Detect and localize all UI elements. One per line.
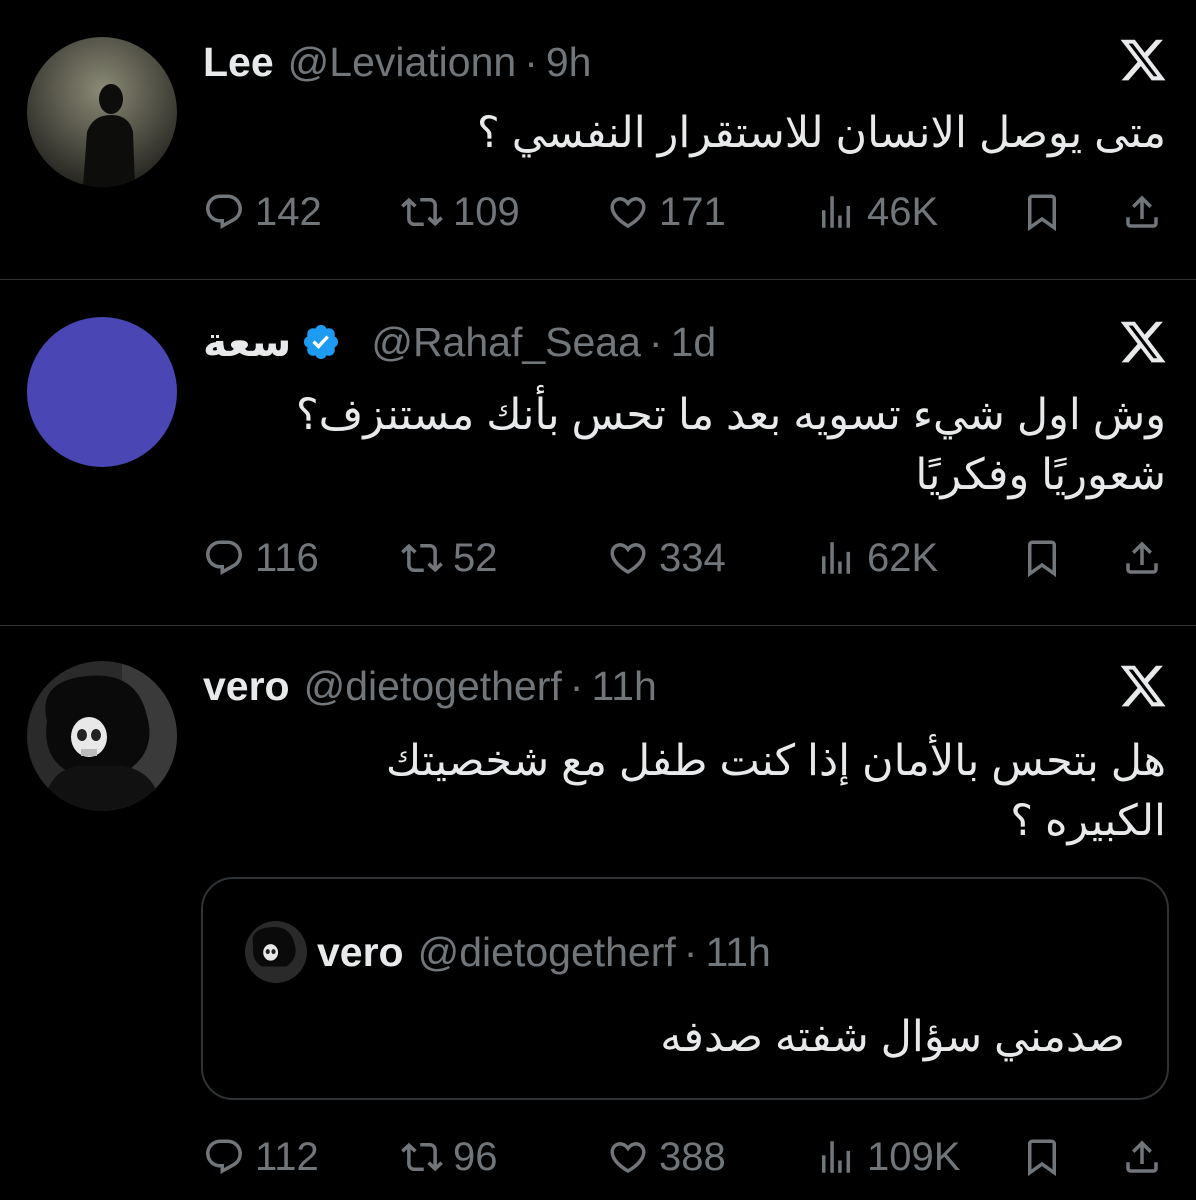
reply-button[interactable]: 112 bbox=[203, 1127, 319, 1187]
reply-count: 142 bbox=[255, 189, 322, 234]
tweet-header: vero @dietogetherf · 11h bbox=[203, 656, 657, 716]
tweet-text-line: متى يوصل الانسان للاستقرار النفسي ؟ bbox=[476, 109, 1166, 157]
quoted-tweet[interactable]: vero @dietogetherf · 11h صدمني سؤال شفته… bbox=[201, 877, 1169, 1100]
user-handle[interactable]: @Rahaf_Seaa bbox=[371, 319, 641, 366]
like-count: 388 bbox=[659, 1134, 726, 1179]
retweet-icon bbox=[401, 191, 443, 233]
quoted-timestamp[interactable]: 11h bbox=[705, 929, 770, 976]
action-bar: 116 52 334 62K bbox=[203, 528, 1168, 588]
views-icon bbox=[815, 537, 857, 579]
views-button[interactable]: 109K bbox=[815, 1127, 960, 1187]
reply-count: 112 bbox=[255, 1134, 319, 1179]
share-button[interactable] bbox=[1121, 182, 1163, 242]
quoted-header: vero @dietogetherf · 11h bbox=[317, 921, 771, 983]
separator-dot: · bbox=[524, 38, 538, 85]
retweet-count: 96 bbox=[453, 1134, 498, 1179]
display-name[interactable]: Lee bbox=[203, 39, 274, 86]
bookmark-button[interactable] bbox=[1021, 1127, 1063, 1187]
avatar[interactable] bbox=[27, 317, 177, 467]
action-bar: 112 96 388 109K bbox=[203, 1127, 1168, 1187]
share-icon bbox=[1121, 191, 1163, 233]
share-icon bbox=[1121, 1136, 1163, 1178]
bookmark-button[interactable] bbox=[1021, 182, 1063, 242]
bookmark-button[interactable] bbox=[1021, 528, 1063, 588]
x-logo-icon bbox=[1118, 317, 1168, 367]
share-button[interactable] bbox=[1121, 528, 1163, 588]
quoted-user-handle[interactable]: @dietogetherf bbox=[418, 929, 676, 976]
reply-button[interactable]: 116 bbox=[203, 528, 319, 588]
like-button[interactable]: 388 bbox=[607, 1127, 726, 1187]
tweet-2[interactable]: سعة @Rahaf_Seaa · 1d وش اول شيء تسويه بع… bbox=[0, 280, 1196, 625]
tweet-text: وش اول شيء تسويه بعد ما تحس بأنك مستنزف؟… bbox=[206, 385, 1166, 505]
views-icon bbox=[815, 191, 857, 233]
timestamp[interactable]: 11h bbox=[591, 663, 656, 710]
separator-dot: · bbox=[683, 928, 698, 975]
quoted-text: صدمني سؤال شفته صدفه bbox=[660, 1013, 1125, 1061]
x-logo-icon bbox=[1118, 35, 1168, 85]
retweet-button[interactable]: 109 bbox=[401, 182, 520, 242]
bookmark-icon bbox=[1021, 1136, 1063, 1178]
like-button[interactable]: 171 bbox=[607, 182, 726, 242]
reply-icon bbox=[203, 1136, 245, 1178]
display-name[interactable]: vero bbox=[203, 663, 290, 710]
views-count: 109K bbox=[867, 1134, 961, 1179]
share-icon bbox=[1121, 537, 1163, 579]
reply-count: 116 bbox=[255, 535, 319, 580]
timestamp[interactable]: 1d bbox=[671, 319, 717, 366]
action-bar: 142 109 171 46K bbox=[203, 182, 1168, 242]
views-icon bbox=[815, 1136, 857, 1178]
like-icon bbox=[607, 1136, 649, 1178]
tweet-header: سعة @Rahaf_Seaa · 1d bbox=[203, 312, 716, 372]
bookmark-icon bbox=[1021, 537, 1063, 579]
retweet-icon bbox=[401, 537, 443, 579]
retweet-button[interactable]: 52 bbox=[401, 528, 498, 588]
user-handle[interactable]: @Leviationn bbox=[288, 39, 517, 86]
tweet-text-line: هل بتحس بالأمان إذا كنت طفل مع شخصيتك bbox=[385, 737, 1166, 785]
display-name[interactable]: سعة bbox=[203, 318, 291, 366]
verified-badge-icon bbox=[304, 324, 339, 360]
avatar[interactable] bbox=[27, 37, 177, 187]
like-button[interactable]: 334 bbox=[607, 528, 726, 588]
tweet-text: هل بتحس بالأمان إذا كنت طفل مع شخصيتك ال… bbox=[206, 731, 1166, 851]
retweet-button[interactable]: 96 bbox=[401, 1127, 498, 1187]
reply-icon bbox=[203, 191, 245, 233]
views-count: 46K bbox=[867, 189, 939, 234]
timestamp[interactable]: 9h bbox=[546, 39, 592, 86]
like-icon bbox=[607, 191, 649, 233]
reply-icon bbox=[203, 537, 245, 579]
tweet-1[interactable]: Lee @Leviationn · 9h متى يوصل الانسان لل… bbox=[0, 0, 1196, 279]
bookmark-icon bbox=[1021, 191, 1063, 233]
separator-dot: · bbox=[648, 318, 663, 365]
avatar[interactable] bbox=[27, 661, 177, 811]
tweet-text: متى يوصل الانسان للاستقرار النفسي ؟ bbox=[206, 103, 1166, 163]
reply-button[interactable]: 142 bbox=[203, 182, 322, 242]
like-count: 171 bbox=[659, 189, 726, 234]
views-count: 62K bbox=[867, 535, 939, 580]
x-logo-icon bbox=[1118, 661, 1168, 711]
tweet-text-line: وش اول شيء تسويه بعد ما تحس بأنك مستنزف؟ bbox=[295, 391, 1166, 439]
retweet-count: 52 bbox=[453, 535, 498, 580]
quoted-avatar[interactable] bbox=[245, 921, 307, 983]
like-icon bbox=[607, 537, 649, 579]
retweet-icon bbox=[401, 1136, 443, 1178]
share-button[interactable] bbox=[1121, 1127, 1163, 1187]
tweet-header: Lee @Leviationn · 9h bbox=[203, 32, 591, 92]
like-count: 334 bbox=[659, 535, 726, 580]
quoted-display-name[interactable]: vero bbox=[317, 929, 404, 976]
tweet-text-line: شعوريًا وفكريًا bbox=[915, 451, 1166, 499]
user-handle[interactable]: @dietogetherf bbox=[304, 663, 562, 710]
tweet-3[interactable]: vero @dietogetherf · 11h هل بتحس بالأمان… bbox=[0, 626, 1196, 1200]
retweet-count: 109 bbox=[453, 189, 520, 234]
views-button[interactable]: 46K bbox=[815, 182, 938, 242]
separator-dot: · bbox=[569, 662, 584, 709]
tweet-text-line: الكبيره ؟ bbox=[1010, 797, 1166, 845]
views-button[interactable]: 62K bbox=[815, 528, 938, 588]
